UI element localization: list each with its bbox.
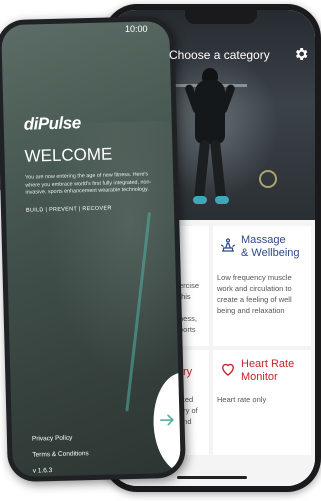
category-card-heart-rate[interactable]: Heart Rate Monitor Heart rate only [213, 350, 311, 455]
card-description: Heart rate only [217, 395, 267, 404]
card-title-line: Heart Rate [241, 358, 295, 370]
card-title-line: & Wellbeing [241, 247, 300, 259]
arrow-right-icon[interactable] [159, 413, 175, 427]
home-indicator[interactable] [177, 476, 247, 479]
card-title-line: Massage [241, 234, 286, 246]
card-title: Massage & Wellbeing [241, 234, 300, 260]
card-description: Low frequency muscle work and circulatio… [217, 273, 292, 315]
welcome-phone: diPulse WELCOME You are now entering the… [0, 15, 187, 483]
welcome-screen: diPulse WELCOME You are now entering the… [1, 20, 181, 478]
page-title: Choose a category [169, 48, 270, 62]
athlete-shoe [215, 196, 229, 204]
brand-logo: diPulse [23, 113, 81, 134]
status-time: 10:00 [125, 24, 148, 34]
partial-text: ercise [179, 281, 200, 290]
heart-icon [222, 363, 234, 376]
athlete-shoe [193, 196, 207, 204]
version-label: v 1.6.3 [32, 467, 53, 475]
partial-title: ry [183, 366, 193, 378]
privacy-policy-link[interactable]: Privacy Policy [32, 435, 73, 443]
intro-text: You are now entering the age of new fitn… [25, 171, 152, 196]
card-title: Heart Rate Monitor [241, 358, 294, 384]
terms-link[interactable]: Terms & Conditions [32, 450, 89, 458]
athlete-body [195, 80, 225, 144]
gear-icon[interactable] [293, 46, 309, 62]
gym-ring [259, 170, 277, 188]
phone-notch [185, 10, 257, 24]
massage-icon [220, 238, 236, 252]
welcome-title: WELCOME [24, 144, 113, 166]
card-title-line: Monitor [241, 371, 278, 383]
category-card-massage[interactable]: Massage & Wellbeing Low frequency muscle… [213, 226, 311, 346]
